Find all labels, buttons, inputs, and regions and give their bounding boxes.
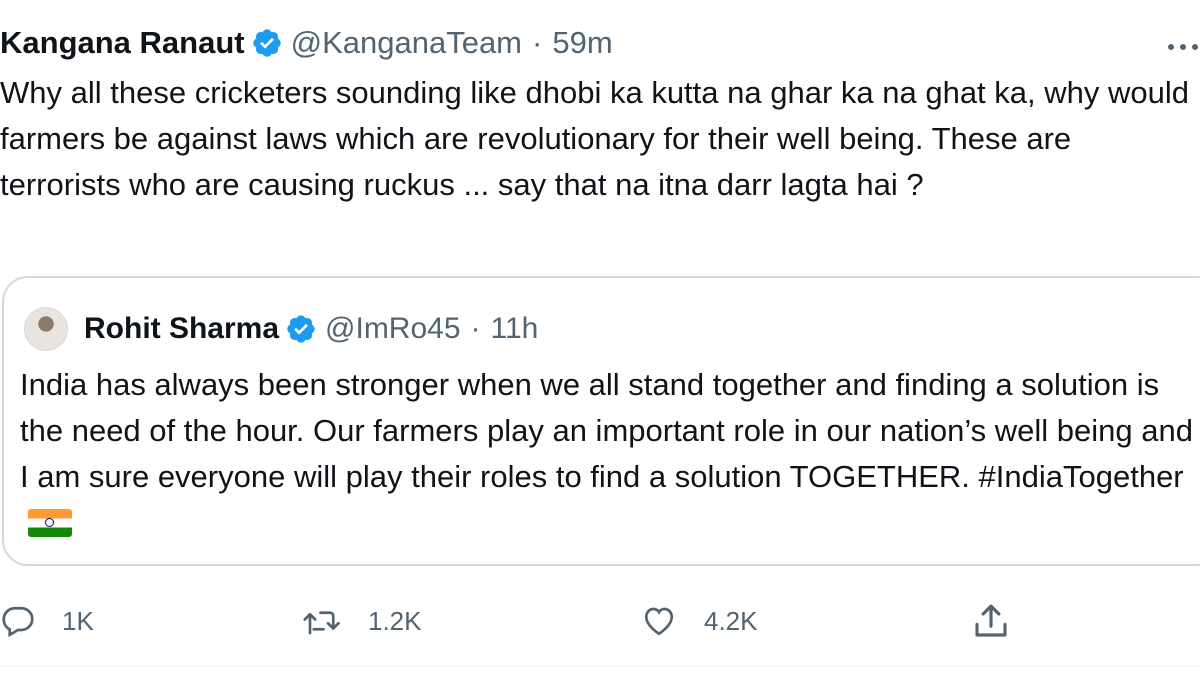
- reply-button[interactable]: 1K: [0, 596, 94, 646]
- verified-badge-icon: [252, 29, 281, 57]
- author-name[interactable]: Kangana Ranaut: [0, 25, 245, 61]
- tweet-timestamp[interactable]: 59m: [552, 25, 612, 61]
- like-button[interactable]: 4.2K: [640, 596, 758, 646]
- quoted-author-handle[interactable]: @ImRo45: [325, 312, 461, 346]
- reply-count: 1K: [62, 605, 94, 636]
- author-handle[interactable]: @KanganaTeam: [291, 25, 522, 61]
- india-flag-icon: [28, 509, 72, 537]
- verified-badge-icon: [287, 315, 315, 343]
- tweet-text: Why all these cricketers sounding like d…: [0, 75, 1189, 202]
- divider: [0, 666, 1200, 667]
- share-button[interactable]: [970, 596, 1038, 646]
- retweet-count: 1.2K: [368, 605, 422, 636]
- more-options-icon[interactable]: [1166, 40, 1200, 54]
- separator-dot: ·: [532, 25, 543, 60]
- avatar[interactable]: [24, 307, 68, 351]
- quoted-author-name[interactable]: Rohit Sharma: [84, 312, 279, 346]
- tweet-actions: 1K 1.2K 4.2K: [0, 596, 1200, 646]
- tweet-card[interactable]: Kangana Ranaut @KanganaTeam · 59m Why al…: [0, 0, 1200, 700]
- like-count: 4.2K: [704, 605, 758, 636]
- share-icon: [975, 604, 1007, 637]
- quoted-tweet-text: India has always been stronger when we a…: [20, 362, 1195, 546]
- quoted-tweet-header: Rohit Sharma @ImRo45 · 11h: [24, 304, 538, 354]
- reply-icon: [2, 606, 34, 638]
- quoted-tweet-body: India has always been stronger when we a…: [20, 367, 1193, 494]
- retweet-icon: [303, 611, 340, 635]
- retweet-button[interactable]: 1.2K: [302, 596, 422, 646]
- separator-dot: ·: [470, 312, 481, 345]
- tweet-header: Kangana Ranaut @KanganaTeam · 59m: [0, 18, 613, 68]
- quoted-tweet-timestamp[interactable]: 11h: [491, 312, 539, 346]
- heart-icon: [644, 607, 674, 636]
